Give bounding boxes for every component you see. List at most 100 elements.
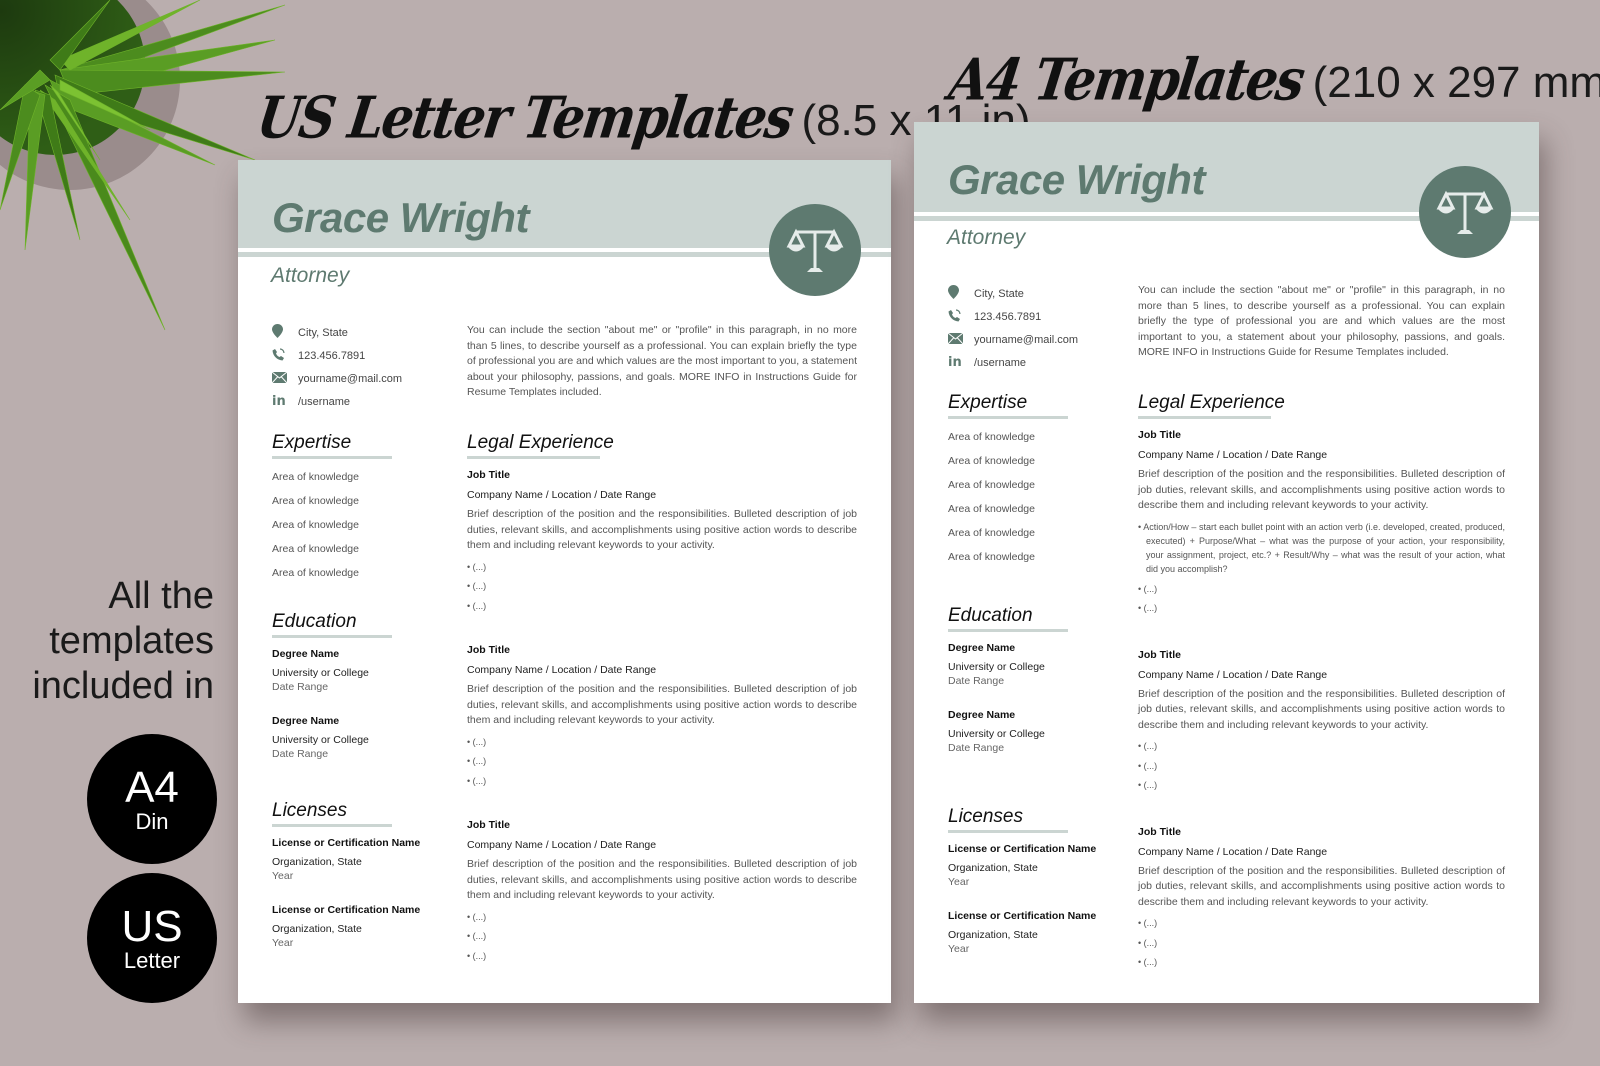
a4-heading: A4 Templates (210 x 297 mm) xyxy=(945,46,1600,114)
school-name: University or College xyxy=(948,661,1045,673)
license-org: Organization, State xyxy=(272,856,362,868)
licenses-heading: Licenses xyxy=(948,806,1068,833)
job-title: Job Title xyxy=(467,819,510,831)
job-bullet: • (...) xyxy=(467,931,487,941)
expertise-heading: Expertise xyxy=(948,392,1068,419)
job-bullet: • (...) xyxy=(467,581,487,591)
promo-line: templates xyxy=(49,620,214,662)
experience-heading: Legal Experience xyxy=(1138,392,1285,419)
job-description: Brief description of the position and th… xyxy=(467,508,857,551)
education-heading: Education xyxy=(948,605,1068,632)
expertise-item: Area of knowledge xyxy=(948,551,1035,563)
license-entry: License or Certification Name Organizatio… xyxy=(272,904,420,949)
expertise-item: Area of knowledge xyxy=(948,455,1035,467)
school-name: University or College xyxy=(272,734,369,746)
job-company: Company Name / Location / Date Range xyxy=(467,664,657,676)
job-bullet: • (...) xyxy=(467,736,487,747)
contact-list: City, State 123.456.7891 yourname@mail.com… xyxy=(947,282,1079,374)
expertise-heading: Expertise xyxy=(272,432,392,459)
job-entry: Job Title Company Name / Location / Date … xyxy=(1138,826,1505,973)
us-letter-heading-script: US Letter Templates xyxy=(253,83,797,152)
expertise-item: Area of knowledge xyxy=(272,567,359,579)
contact-text: 123.456.7891 xyxy=(298,349,366,362)
education-date: Date Range xyxy=(948,675,1005,687)
resume-role: Attorney xyxy=(947,226,1026,249)
contact-list: City, State 123.456.7891 yourname@mail.com… xyxy=(271,321,403,413)
a4-resume-page: Grace Wright Attorney City, State 123.456.7… xyxy=(914,122,1539,1003)
job-bullet: • (...) xyxy=(1138,937,1158,948)
experience-column: Legal Experience Job Title Company Name / … xyxy=(1138,392,1505,973)
job-title: Job Title xyxy=(467,469,510,481)
linkedin-icon: in xyxy=(948,355,962,370)
phone-icon xyxy=(948,308,961,325)
expertise-item: Area of knowledge xyxy=(272,471,359,483)
education-entry: Degree Name University or College Date Ran… xyxy=(948,709,1068,754)
experience-column: Legal Experience Job Title Company Name / … xyxy=(467,432,857,966)
scales-of-justice-icon xyxy=(786,228,844,272)
job-company: Company Name / Location / Date Range xyxy=(467,839,657,851)
job-bullet: • (...) xyxy=(467,911,487,922)
contact-text: yourname@mail.com xyxy=(298,372,403,385)
license-org: Organization, State xyxy=(948,862,1038,874)
contact-text: yourname@mail.com xyxy=(974,333,1079,346)
job-company: Company Name / Location / Date Range xyxy=(467,489,657,501)
contact-text: /username xyxy=(974,356,1026,369)
phone-icon xyxy=(272,347,285,364)
license-year: Year xyxy=(948,943,970,955)
contact-item: 123.456.7891 xyxy=(272,344,402,367)
expertise-item: Area of knowledge xyxy=(948,431,1035,443)
job-title: Job Title xyxy=(467,644,510,656)
degree-name: Degree Name xyxy=(948,642,1016,654)
badge-sublabel: Din xyxy=(135,809,169,834)
contact-item: 123.456.7891 xyxy=(948,305,1078,328)
emblem-badge xyxy=(1419,166,1511,258)
us-letter-badge: US Letter xyxy=(87,873,217,1003)
resume-role: Attorney xyxy=(271,264,350,287)
job-bullet: • Action/How – start each bullet point w… xyxy=(1138,521,1505,574)
resume-name: Grace Wright xyxy=(272,194,529,241)
education-entry: Degree Name University or College Date Ran… xyxy=(272,715,392,760)
job-description: Brief description of the position and th… xyxy=(1138,468,1505,511)
expertise-item: Area of knowledge xyxy=(948,479,1035,491)
contact-item: City, State xyxy=(948,282,1078,305)
scales-of-justice-icon xyxy=(1436,190,1494,234)
a4-din-badge: A4 Din xyxy=(87,734,217,864)
contact-text: 123.456.7891 xyxy=(974,310,1042,323)
about-paragraph: You can include the section "about me" o… xyxy=(467,324,857,398)
job-bullet: • (...) xyxy=(1138,957,1158,967)
email-icon xyxy=(947,332,964,347)
education-entry: Degree Name University or College Date Ran… xyxy=(272,648,392,693)
degree-name: Degree Name xyxy=(272,648,340,660)
badge-label: A4 xyxy=(125,763,179,812)
education-date: Date Range xyxy=(948,742,1005,754)
job-entry: Job Title Company Name / Location / Date … xyxy=(467,644,857,791)
education-date: Date Range xyxy=(272,681,329,693)
expertise-item: Area of knowledge xyxy=(272,519,359,531)
expertise-item: Area of knowledge xyxy=(272,543,359,555)
job-entry: Job Title Company Name / Location / Date … xyxy=(467,469,857,616)
job-company: Company Name / Location / Date Range xyxy=(1138,845,1328,858)
job-description: Brief description of the position and th… xyxy=(467,683,857,726)
license-entry: License or Certification Name Organizatio… xyxy=(272,837,420,882)
job-bullet: • (...) xyxy=(467,561,487,572)
degree-name: Degree Name xyxy=(948,709,1016,721)
license-name: License or Certification Name xyxy=(948,910,1097,922)
education-date: Date Range xyxy=(272,748,329,760)
license-year: Year xyxy=(272,870,294,882)
job-bullet: • (...) xyxy=(1138,583,1158,594)
expertise-item: Area of knowledge xyxy=(948,527,1035,539)
location-pin-icon xyxy=(272,324,283,341)
job-bullet: • (...) xyxy=(467,756,487,766)
school-name: University or College xyxy=(948,728,1045,740)
promo-text: All the templates included in xyxy=(0,574,214,709)
job-bullet: • (...) xyxy=(1138,760,1158,771)
job-bullet: • (...) xyxy=(1138,780,1158,790)
license-year: Year xyxy=(272,937,294,949)
contact-item: in/username xyxy=(272,390,402,413)
location-pin-icon xyxy=(948,285,959,302)
license-year: Year xyxy=(948,876,970,888)
experience-heading: Legal Experience xyxy=(467,432,614,459)
job-bullet: • (...) xyxy=(1138,741,1158,751)
contact-text: /username xyxy=(298,395,350,408)
email-icon xyxy=(271,371,288,386)
